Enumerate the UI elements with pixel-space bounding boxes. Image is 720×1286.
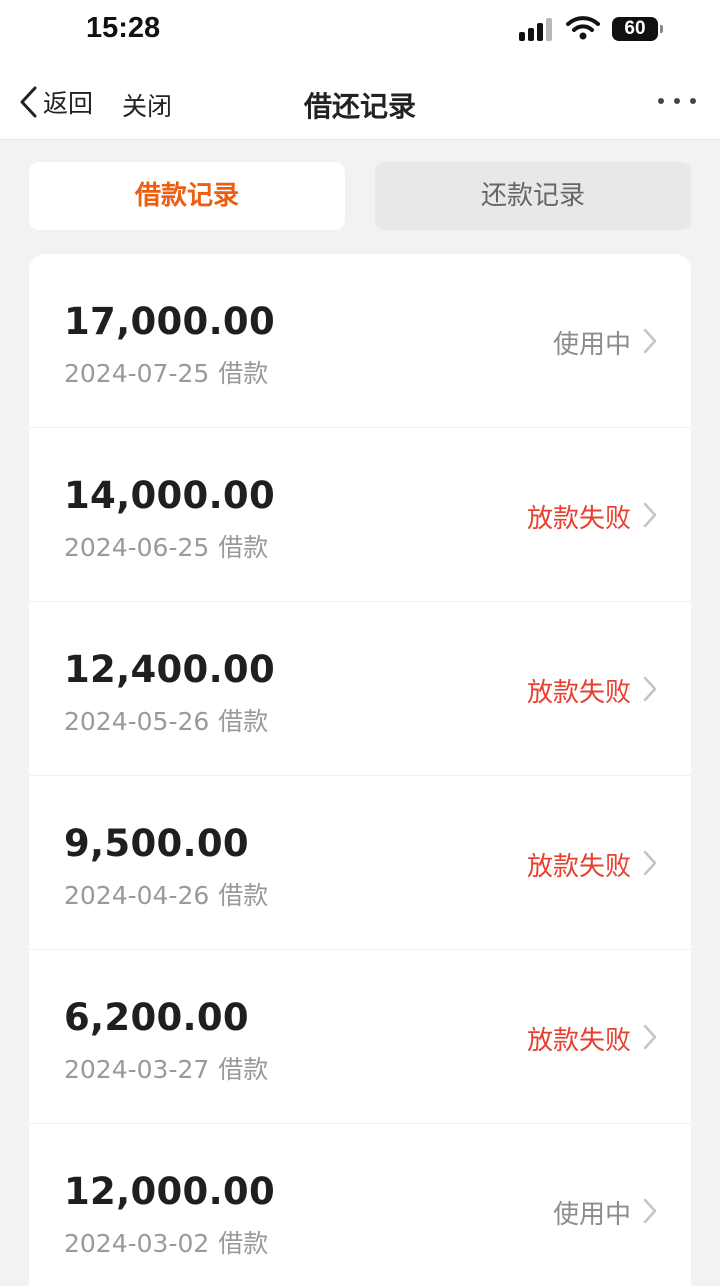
- record-type: 借款: [218, 1055, 269, 1084]
- record-type: 借款: [218, 881, 269, 910]
- navigation-bar: 返回 关闭 借还记录: [0, 60, 720, 140]
- record-date: 2024-03-02: [64, 1229, 210, 1258]
- record-status: 放款失败: [526, 678, 631, 708]
- more-options-icon[interactable]: [654, 98, 700, 108]
- record-amount: 17,000.00: [64, 300, 276, 343]
- record-date: 2024-06-25: [64, 533, 210, 562]
- record-status: 放款失败: [526, 1026, 631, 1056]
- chevron-right-icon: [643, 850, 657, 876]
- wifi-icon: [566, 16, 600, 40]
- chevron-right-icon: [643, 328, 657, 354]
- record-row[interactable]: 9,500.00 2024-04-26 借款 放款失败: [29, 776, 691, 950]
- chevron-right-icon: [643, 1198, 657, 1224]
- record-amount: 9,500.00: [64, 822, 249, 865]
- record-date-line: 2024-04-26 借款: [64, 876, 268, 912]
- battery-icon: 60: [612, 17, 663, 41]
- record-status: 放款失败: [526, 852, 631, 882]
- record-type: 借款: [218, 359, 269, 388]
- record-row[interactable]: 17,000.00 2024-07-25 借款 使用中: [29, 254, 691, 428]
- record-amount: 6,200.00: [64, 996, 249, 1039]
- status-bar: 15:28 60: [0, 0, 720, 60]
- record-date: 2024-07-25: [64, 359, 210, 388]
- tab-repayment-records[interactable]: 还款记录: [375, 162, 691, 230]
- record-type: 借款: [218, 1229, 269, 1258]
- record-date-line: 2024-03-27 借款: [64, 1050, 268, 1086]
- borrow-record-list: 17,000.00 2024-07-25 借款 使用中 14,000.00 202…: [29, 254, 691, 1286]
- record-amount: 14,000.00: [64, 474, 276, 517]
- record-status: 放款失败: [526, 504, 631, 534]
- record-date: 2024-04-26: [64, 881, 210, 910]
- tab-borrow-records[interactable]: 借款记录: [29, 162, 345, 230]
- record-amount: 12,400.00: [64, 648, 276, 691]
- record-status: 使用中: [552, 1200, 631, 1230]
- record-date-line: 2024-07-25 借款: [64, 354, 268, 390]
- record-date-line: 2024-06-25 借款: [64, 528, 268, 564]
- record-row[interactable]: 12,400.00 2024-05-26 借款 放款失败: [29, 602, 691, 776]
- cellular-signal-icon: [519, 17, 557, 41]
- record-date-line: 2024-05-26 借款: [64, 702, 268, 738]
- record-row[interactable]: 12,000.00 2024-03-02 借款 使用中: [29, 1124, 691, 1286]
- screen: 15:28 60 返回 关闭 借还记录 借款记录 还款记录 17,000.00 …: [0, 0, 720, 1286]
- page-title: 借还记录: [303, 90, 416, 123]
- chevron-right-icon: [643, 1024, 657, 1050]
- record-row[interactable]: 14,000.00 2024-06-25 借款 放款失败: [29, 428, 691, 602]
- record-date: 2024-03-27: [64, 1055, 210, 1084]
- record-status: 使用中: [552, 330, 631, 360]
- status-time: 15:28: [86, 12, 161, 44]
- chevron-right-icon: [643, 676, 657, 702]
- record-amount: 12,000.00: [64, 1170, 276, 1213]
- record-date-line: 2024-03-02 借款: [64, 1224, 268, 1260]
- record-date: 2024-05-26: [64, 707, 210, 736]
- record-type: 借款: [218, 707, 269, 736]
- chevron-right-icon: [643, 502, 657, 528]
- record-type: 借款: [218, 533, 269, 562]
- record-row[interactable]: 6,200.00 2024-03-27 借款 放款失败: [29, 950, 691, 1124]
